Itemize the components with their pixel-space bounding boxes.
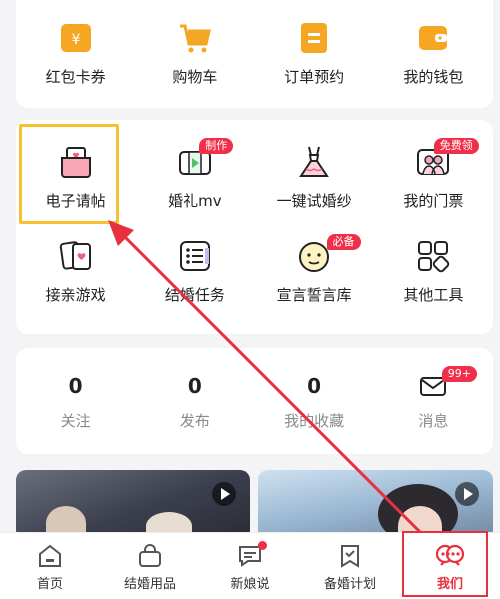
notification-dot [258,541,267,550]
nav-bride-says[interactable]: 新娘说 [200,533,300,599]
tool-label: 其他工具 [403,286,464,304]
bookmark-check-icon [341,545,359,568]
tool-label: 宣言誓言库 [276,286,352,304]
service-label: 我的钱包 [403,68,464,86]
apps-icon [418,241,450,273]
tool-badge: 免费领 [433,138,479,154]
cart-icon [179,24,211,53]
video-thumbnail[interactable] [16,470,250,540]
stat-value: 0 [307,374,322,398]
service-cart[interactable]: 购物车 [135,20,254,87]
nav-label: 结婚用品 [123,577,176,592]
order-icon [301,23,328,53]
service-wallet[interactable]: 我的钱包 [374,20,493,87]
nav-home[interactable]: 首页 [0,533,100,599]
nav-wedding-supplies[interactable]: 结婚用品 [100,533,200,599]
nav-wedding-plan[interactable]: 备婚计划 [300,533,400,599]
invitation-highlight-box [19,124,119,224]
checklist-icon [179,241,210,271]
service-label: 订单预约 [284,68,345,86]
tool-wedding-tasks[interactable]: 结婚任务 [135,238,254,305]
nav-label: 备婚计划 [323,577,376,592]
stat-value: 0 [187,374,202,398]
messages-entry[interactable]: 99+ 消息 [374,366,493,431]
stat-favorites[interactable]: 0 我的收藏 [255,372,374,431]
cards-icon [59,241,91,270]
nav-label: 新娘说 [230,577,270,592]
wedding-dress-icon [299,146,329,177]
tool-label: 我的门票 [403,192,464,210]
svg-text:¥: ¥ [71,32,80,48]
tool-badge: 制作 [199,138,234,154]
video-thumbnail[interactable] [258,470,493,540]
wallet-icon [419,26,448,50]
service-label: 购物车 [172,68,218,86]
tool-other-tools[interactable]: 其他工具 [374,238,493,305]
tool-label: 婚礼mv [168,192,222,210]
play-icon [455,482,479,506]
tool-badge: 必备 [326,234,361,250]
stat-label: 关注 [60,412,91,430]
tool-label: 接亲游戏 [45,286,106,304]
stat-posts[interactable]: 0 发布 [135,372,254,431]
play-icon [212,482,236,506]
service-coupons[interactable]: ¥ 红包卡券 [16,20,135,87]
nav-label: 首页 [36,577,63,592]
tool-pickup-games[interactable]: 接亲游戏 [16,238,135,305]
stat-value: 0 [68,374,83,398]
tool-my-tickets[interactable]: 免费领 我的门票 [374,138,493,211]
stat-label: 我的收藏 [284,412,345,430]
stats-card: 0 关注 0 发布 0 我的收藏 99+ 消息 [16,348,493,454]
tool-label: 一键试婚纱 [276,192,352,210]
shopping-bag-icon [139,544,161,567]
tool-label: 结婚任务 [164,286,225,304]
messages-label: 消息 [418,412,449,430]
services-card: ¥ 红包卡券 购物车 订单预约 我的钱包 [16,0,493,108]
tool-try-dress[interactable]: 一键试婚纱 [255,144,374,211]
tool-wedding-mv[interactable]: 制作 婚礼mv [135,138,254,211]
nav-us-highlight-box [402,531,488,597]
tool-vow-library[interactable]: 必备 宣言誓言库 [255,234,374,305]
stat-label: 发布 [179,412,210,430]
home-icon [39,544,61,567]
service-label: 红包卡券 [45,68,106,86]
coupon-icon: ¥ [60,24,91,52]
service-orders[interactable]: 订单预约 [255,20,374,87]
stat-following[interactable]: 0 关注 [16,372,135,431]
messages-badge: 99+ [441,366,477,382]
